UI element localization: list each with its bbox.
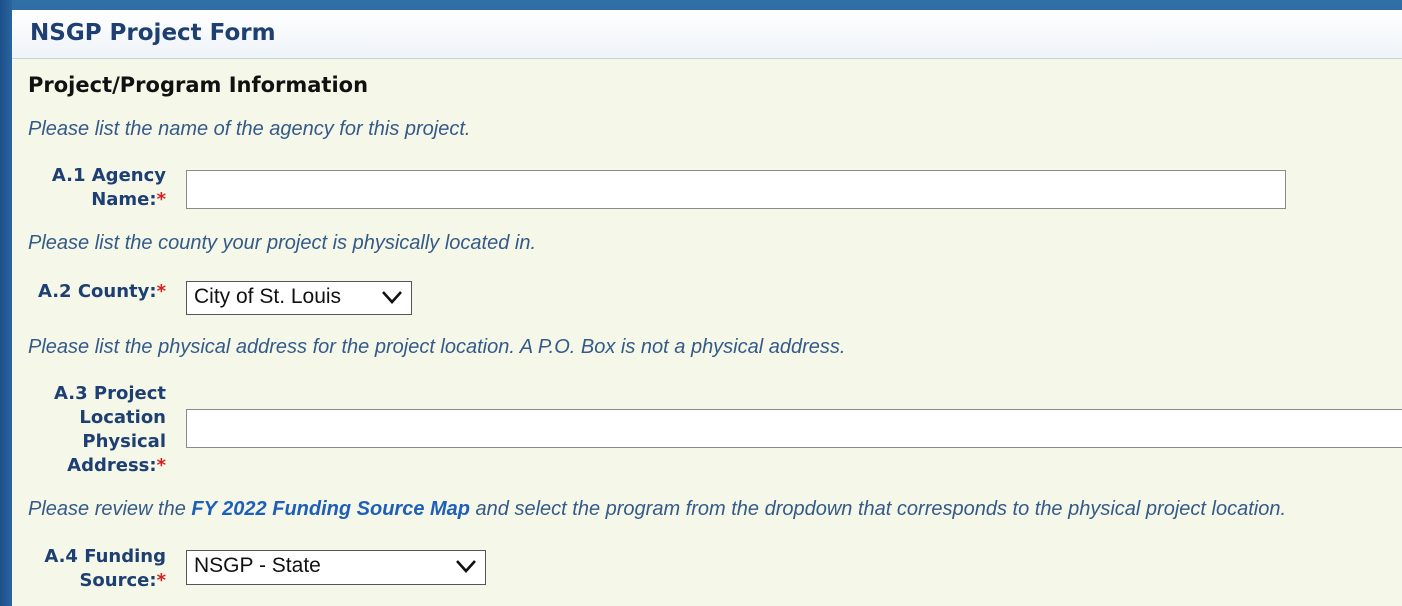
address-label-line4: Address: — [67, 455, 157, 476]
county-select[interactable]: City of St. Louis — [186, 281, 412, 315]
chevron-down-icon — [456, 560, 476, 573]
form-title: NSGP Project Form — [30, 20, 276, 46]
funding-source-label-line2: Source: — [79, 570, 157, 591]
address-instruction: Please list the physical address for the… — [28, 336, 846, 358]
chevron-down-icon — [382, 291, 402, 304]
required-marker: * — [156, 455, 166, 476]
required-marker: * — [156, 570, 166, 591]
funding-instruction: Please review the FY 2022 Funding Source… — [28, 498, 1286, 521]
agency-name-label-line2: Name: — [91, 189, 157, 210]
window-frame-left — [0, 0, 12, 606]
agency-instruction: Please list the name of the agency for t… — [28, 118, 471, 140]
county-label-text: A.2 County: — [37, 281, 157, 302]
address-label-line3: Physical — [82, 431, 166, 452]
agency-name-label: A.1 Agency Name:* — [32, 164, 166, 212]
agency-name-label-line1: A.1 Agency — [51, 165, 166, 186]
funding-instruction-pre: Please review the — [28, 498, 192, 520]
physical-address-input[interactable] — [186, 409, 1402, 448]
section-title: Project/Program Information — [28, 73, 369, 97]
form-header: NSGP Project Form — [12, 10, 1402, 59]
funding-source-label-line1: A.4 Funding — [44, 546, 166, 567]
funding-source-select[interactable]: NSGP - State — [186, 550, 486, 585]
address-label-line1: A.3 Project — [54, 383, 166, 404]
funding-source-label: A.4 Funding Source:* — [24, 545, 166, 593]
county-select-value: City of St. Louis — [194, 285, 342, 308]
funding-source-map-link[interactable]: FY 2022 Funding Source Map — [191, 498, 470, 520]
form-panel: NSGP Project Form Project/Program Inform… — [12, 10, 1402, 606]
county-instruction: Please list the county your project is p… — [28, 232, 537, 254]
agency-name-input[interactable] — [186, 170, 1286, 209]
county-label: A.2 County:* — [24, 280, 166, 304]
funding-instruction-post: and select the program from the dropdown… — [470, 498, 1287, 520]
address-label-line2: Location — [79, 407, 166, 428]
required-marker: * — [156, 189, 166, 210]
funding-source-select-value: NSGP - State — [194, 554, 321, 577]
address-label: A.3 Project Location Physical Address:* — [32, 382, 166, 478]
required-marker: * — [156, 281, 166, 302]
